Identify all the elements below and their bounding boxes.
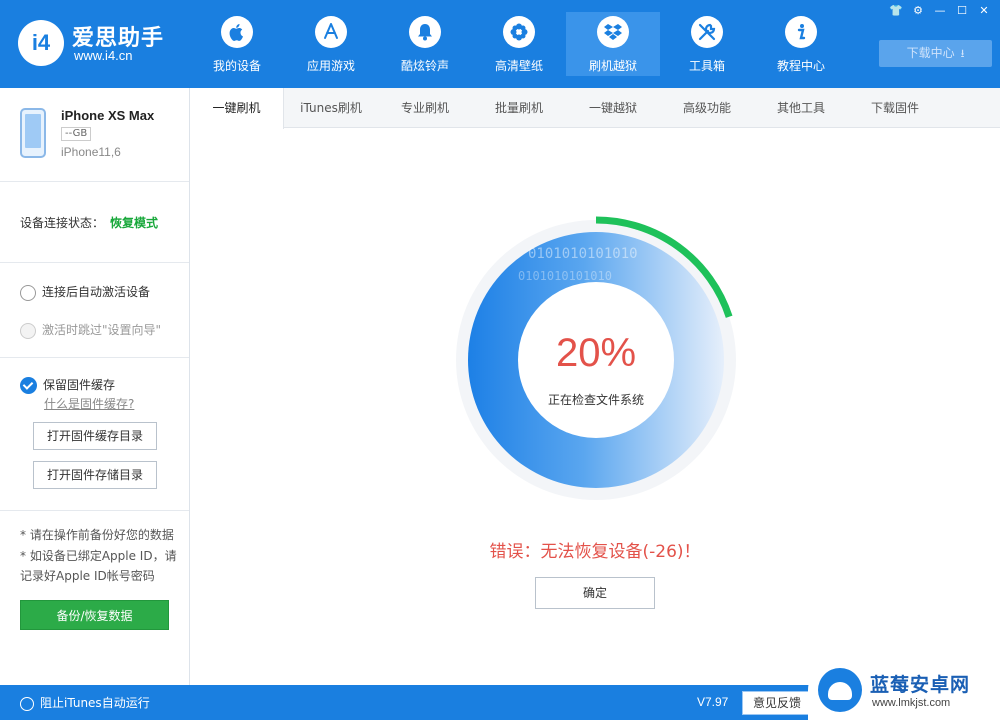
skip-setup-label: 激活时跳过"设置向导" — [42, 323, 162, 337]
tab-download-firmware[interactable]: 下载固件 — [848, 88, 942, 128]
divider — [0, 357, 189, 358]
keep-firmware-option[interactable]: 保留固件缓存 — [20, 376, 115, 394]
logo-url: www.i4.cn — [74, 48, 133, 63]
watermark-logo-icon — [818, 668, 862, 712]
app-logo: i4 爱思助手 www.i4.cn — [18, 18, 178, 70]
tab-one-click-jailbreak[interactable]: 一键越狱 — [566, 88, 660, 128]
connection-status-label: 设备连接状态： — [20, 216, 105, 230]
settings-icon[interactable]: ⚙ — [908, 3, 928, 19]
maximize-icon[interactable]: ☐ — [952, 3, 972, 19]
binary-decoration: 0101010101010 — [518, 269, 612, 283]
device-model: iPhone11,6 — [61, 145, 121, 159]
open-storage-dir-button[interactable]: 打开固件存储目录 — [33, 461, 157, 489]
itunes-autorun-label: 阻止iTunes自动运行 — [40, 696, 150, 710]
nav-label: 应用游戏 — [306, 59, 355, 73]
tools-icon — [691, 16, 723, 48]
skip-setup-radio — [20, 322, 36, 339]
watermark-title: 蓝莓安卓网 — [870, 674, 971, 696]
nav-item-my-device[interactable]: 我的设备 — [190, 12, 284, 76]
download-icon: ⭳ — [960, 47, 965, 60]
main-panel: 0101010101010 0101010101010 20% 正在检查文件系统… — [190, 129, 1000, 685]
auto-activate-label: 连接后自动激活设备 — [42, 285, 151, 299]
apple-icon — [221, 16, 253, 48]
minimize-icon[interactable]: — — [930, 3, 950, 19]
what-is-cache-link[interactable]: 什么是固件缓存? — [44, 395, 134, 412]
auto-activate-radio[interactable] — [20, 284, 36, 301]
connection-status-value: 恢复模式 — [110, 216, 159, 230]
nav-item-ringtones[interactable]: 酷炫铃声 — [378, 12, 472, 76]
device-name: iPhone XS Max — [61, 108, 155, 123]
nav-item-toolbox[interactable]: 工具箱 — [660, 12, 754, 76]
nav-label: 工具箱 — [688, 59, 725, 73]
tab-other-tools[interactable]: 其他工具 — [754, 88, 848, 128]
watermark-url: www.lmkjst.com — [872, 697, 951, 709]
confirm-button[interactable]: 确定 — [535, 577, 655, 609]
progress-ring: 0101010101010 0101010101010 20% 正在检查文件系统 — [448, 212, 744, 508]
main-nav: 我的设备 应用游戏 酷炫铃声 高清壁纸 刷机越狱 工具箱 教程中心 — [190, 12, 848, 76]
info-icon — [785, 16, 817, 48]
nav-item-flash-jailbreak[interactable]: 刷机越狱 — [566, 12, 660, 76]
error-message: 错误：无法恢复设备(-26)！ — [489, 542, 701, 562]
download-center-label: 下载中心 — [906, 46, 955, 60]
nav-item-wallpapers[interactable]: 高清壁纸 — [472, 12, 566, 76]
version-label: V7.97 — [697, 695, 729, 709]
apple-id-note: * 如设备已绑定Apple ID，请记录好Apple ID帐号密码 — [20, 549, 177, 583]
keep-firmware-label: 保留固件缓存 — [43, 378, 116, 392]
nav-item-apps[interactable]: 应用游戏 — [284, 12, 378, 76]
backup-note: * 请在操作前备份好您的数据 — [20, 528, 174, 542]
divider — [0, 262, 189, 263]
auto-activate-option[interactable]: 连接后自动激活设备 — [20, 283, 150, 301]
tab-bar: 一键刷机 iTunes刷机 专业刷机 批量刷机 一键越狱 高级功能 其他工具 下… — [190, 88, 1000, 129]
progress-status: 正在检查文件系统 — [547, 393, 644, 407]
backup-restore-button[interactable]: 备份/恢复数据 — [20, 600, 169, 630]
tab-itunes-flash[interactable]: iTunes刷机 — [284, 88, 378, 128]
nav-label: 教程中心 — [776, 59, 825, 73]
binary-decoration: 0101010101010 — [528, 246, 638, 262]
nav-label: 高清壁纸 — [494, 59, 543, 73]
tab-pro-flash[interactable]: 专业刷机 — [378, 88, 472, 128]
device-info: iPhone XS Max --GB iPhone11,6 — [0, 88, 189, 182]
download-center-button[interactable]: 下载中心 ⭳ — [879, 40, 992, 67]
skin-icon[interactable]: 👕 — [886, 3, 906, 19]
itunes-autorun-toggle[interactable]: 阻止iTunes自动运行 — [20, 694, 150, 711]
divider — [0, 181, 189, 182]
bell-icon — [409, 16, 441, 48]
flower-icon — [503, 16, 535, 48]
close-icon[interactable]: ✕ — [974, 3, 994, 19]
nav-label: 刷机越狱 — [588, 59, 637, 73]
skip-setup-option: 激活时跳过"设置向导" — [20, 321, 161, 339]
itunes-autorun-radio[interactable] — [20, 696, 34, 711]
feedback-button[interactable]: 意见反馈 — [742, 691, 812, 715]
nav-item-tutorials[interactable]: 教程中心 — [754, 12, 848, 76]
phone-icon — [20, 108, 46, 158]
open-cache-dir-button[interactable]: 打开固件缓存目录 — [33, 422, 157, 450]
tab-one-click-flash[interactable]: 一键刷机 — [190, 88, 284, 129]
keep-firmware-checkbox[interactable] — [20, 377, 37, 394]
device-capacity: --GB — [61, 127, 92, 141]
tab-batch-flash[interactable]: 批量刷机 — [472, 88, 566, 128]
sidebar: iPhone XS Max --GB iPhone11,6 设备连接状态： 恢复模… — [0, 88, 190, 685]
logo-badge: i4 — [18, 20, 64, 66]
app-store-icon — [315, 16, 347, 48]
nav-label: 酷炫铃声 — [400, 59, 449, 73]
connection-status: 设备连接状态： 恢复模式 — [20, 214, 158, 231]
progress-percent: 20% — [555, 331, 637, 375]
nav-label: 我的设备 — [212, 59, 261, 73]
tab-advanced[interactable]: 高级功能 — [660, 88, 754, 128]
watermark: 蓝莓安卓网 www.lmkjst.com — [808, 660, 1000, 720]
window-controls: 👕 ⚙ — ☐ ✕ — [886, 3, 994, 19]
divider — [0, 510, 189, 511]
top-bar: i4 爱思助手 www.i4.cn 我的设备 应用游戏 酷炫铃声 高清壁纸 刷机… — [0, 0, 1000, 88]
dropbox-icon — [597, 16, 629, 48]
